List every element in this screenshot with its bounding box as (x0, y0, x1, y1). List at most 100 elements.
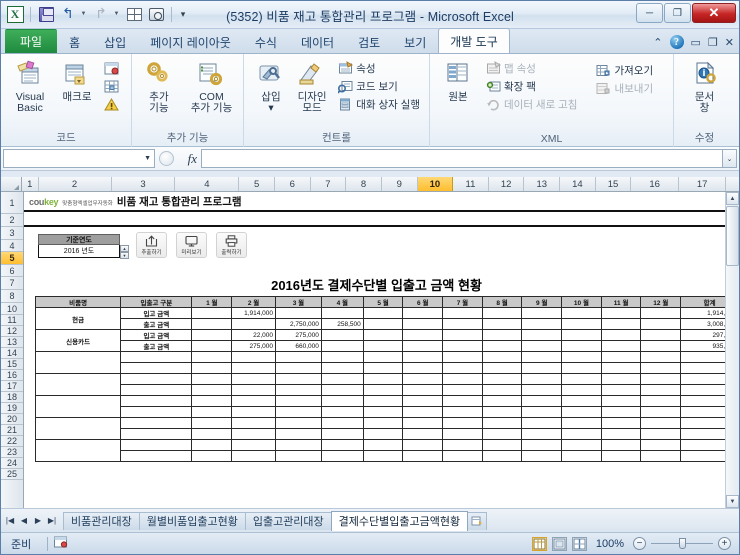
help-icon[interactable]: ? (669, 35, 684, 49)
document-panel-button[interactable]: 문서 창 (682, 58, 728, 114)
spinner-down-button[interactable]: ▼ (120, 252, 129, 259)
column-header-13[interactable]: 13 (524, 177, 561, 191)
use-relative-references-button[interactable] (101, 78, 122, 95)
expand-formula-bar-button[interactable]: ⌄ (722, 149, 737, 168)
column-header-14[interactable]: 14 (560, 177, 596, 191)
row-header-2[interactable]: 2 (1, 214, 23, 227)
last-sheet-icon[interactable]: ▶| (45, 513, 59, 529)
scroll-down-button[interactable]: ▼ (726, 495, 739, 508)
table-row[interactable] (34, 439, 739, 462)
page-layout-view-button[interactable] (551, 536, 567, 551)
table-row[interactable]: 출고 금액 2,750,000 258,500 3,008,500 (36, 318, 739, 330)
insert-function-icon[interactable]: fx (188, 151, 197, 167)
column-header-10[interactable]: 10 (417, 177, 454, 191)
column-header-17[interactable]: 17 (679, 177, 727, 191)
record-macro-button[interactable] (101, 60, 122, 77)
design-mode-button[interactable]: 디자인 모드 (293, 58, 331, 114)
sheet-tab-monthly[interactable]: 월별비품입출고현황 (138, 511, 246, 530)
normal-view-button[interactable] (531, 536, 547, 551)
zoom-out-button[interactable]: − (633, 537, 646, 550)
zoom-slider[interactable] (651, 538, 713, 549)
table-row[interactable] (34, 395, 739, 418)
column-header-6[interactable]: 6 (275, 177, 311, 191)
zoom-slider-thumb[interactable] (679, 538, 686, 549)
record-macro-status-icon[interactable] (54, 536, 68, 552)
insert-control-button[interactable]: 삽입 ▾ (250, 58, 292, 114)
row-header-14[interactable]: 14 (1, 348, 23, 359)
row-header-23[interactable]: 23 (1, 447, 23, 458)
column-header-7[interactable]: 7 (311, 177, 347, 191)
restore-down-icon[interactable]: ▭ (691, 36, 701, 49)
row-header-21[interactable]: 21 (1, 425, 23, 436)
row-header-18[interactable]: 18 (1, 392, 23, 403)
column-header-3[interactable]: 3 (112, 177, 176, 191)
vertical-scroll-thumb[interactable] (726, 206, 739, 266)
table-row[interactable] (36, 428, 739, 440)
macro-security-button[interactable] (101, 96, 122, 113)
chevron-down-icon[interactable]: ▼ (144, 155, 151, 162)
row-header-6[interactable]: 6 (1, 265, 23, 277)
prev-sheet-icon[interactable]: ◀ (17, 513, 31, 529)
expansion-packs-button[interactable]: 확장 팩 (483, 78, 580, 95)
insert-worksheet-icon[interactable] (467, 511, 488, 530)
table-row[interactable]: 출고 금액 275,000 660,000 (36, 340, 739, 352)
view-code-button[interactable]: 코드 보기 (335, 78, 423, 95)
page-break-preview-button[interactable] (571, 536, 587, 551)
scroll-up-button[interactable]: ▲ (726, 192, 739, 205)
row-header-13[interactable]: 13 (1, 337, 23, 348)
tab-file[interactable]: 파일 (5, 29, 58, 53)
row-header-5[interactable]: 5 (1, 252, 23, 265)
table-row[interactable] (36, 362, 739, 374)
row-header-8[interactable]: 8 (1, 290, 23, 303)
run-dialog-button[interactable]: 대화 상자 실행 (335, 96, 423, 113)
minimize-ribbon-icon[interactable]: ⌃ (653, 36, 662, 49)
base-year-value[interactable]: 2016 년도 (38, 245, 120, 258)
row-header-1[interactable]: 1 (1, 192, 23, 214)
row-header-10[interactable]: 10 (1, 303, 23, 315)
row-header-12[interactable]: 12 (1, 326, 23, 337)
row-header-11[interactable]: 11 (1, 315, 23, 326)
table-row[interactable] (36, 384, 739, 396)
next-sheet-icon[interactable]: ▶ (31, 513, 45, 529)
close-button[interactable]: ✕ (692, 3, 736, 23)
column-header-4[interactable]: 4 (175, 177, 240, 191)
com-add-ins-button[interactable]: COM 추가 기능 (186, 58, 237, 114)
sheet-canvas[interactable]: coukey 맞춤형엑셀업무자동화 비품 재고 통합관리 프로그램 기준연도 2… (24, 192, 739, 508)
row-header-25[interactable]: 25 (1, 469, 23, 480)
visual-basic-button[interactable]: Visual Basic (7, 58, 53, 114)
extract-button[interactable]: 추출하기 (136, 232, 167, 258)
row-header-16[interactable]: 16 (1, 370, 23, 381)
table-row[interactable]: 현금 입고 금액 1,914,000 1,914,000 (34, 307, 739, 330)
column-header-11[interactable]: 11 (453, 177, 489, 191)
print-button[interactable]: 출력하기 (216, 232, 247, 258)
add-ins-button[interactable]: 추가 기능 (138, 58, 180, 114)
minimize-button[interactable]: ─ (636, 3, 663, 23)
maximize-button[interactable]: ❐ (664, 3, 691, 23)
tab-insert[interactable]: 삽입 (92, 30, 138, 53)
close-window-icon[interactable]: ✕ (725, 36, 734, 49)
column-header-1[interactable]: 1 (22, 177, 39, 191)
tab-developer[interactable]: 개발 도구 (438, 28, 510, 53)
row-header-3[interactable]: 3 (1, 227, 23, 240)
cancel-enter-circle[interactable] (159, 151, 174, 166)
zoom-level[interactable]: 100% (592, 538, 628, 550)
sheet-tab-bipum[interactable]: 비품관리대장 (63, 511, 140, 530)
zoom-in-button[interactable]: + (718, 537, 731, 550)
table-row[interactable] (34, 417, 739, 440)
row-header-19[interactable]: 19 (1, 403, 23, 414)
row-header-20[interactable]: 20 (1, 414, 23, 425)
table-row[interactable] (36, 450, 739, 462)
properties-button[interactable]: 속성 (335, 60, 423, 77)
preview-button[interactable]: 미리보기 (176, 232, 207, 258)
spinner-up-button[interactable]: ▲ (120, 245, 129, 252)
first-sheet-icon[interactable]: |◀ (3, 513, 17, 529)
xml-source-button[interactable]: 원본 (436, 58, 480, 103)
table-row[interactable] (34, 351, 739, 374)
table-row[interactable] (34, 373, 739, 396)
column-header-15[interactable]: 15 (596, 177, 632, 191)
name-box[interactable]: ▼ (3, 149, 155, 168)
column-header-5[interactable]: 5 (239, 177, 275, 191)
row-header-22[interactable]: 22 (1, 436, 23, 447)
tab-data[interactable]: 데이터 (289, 30, 346, 53)
column-header-2[interactable]: 2 (39, 177, 112, 191)
